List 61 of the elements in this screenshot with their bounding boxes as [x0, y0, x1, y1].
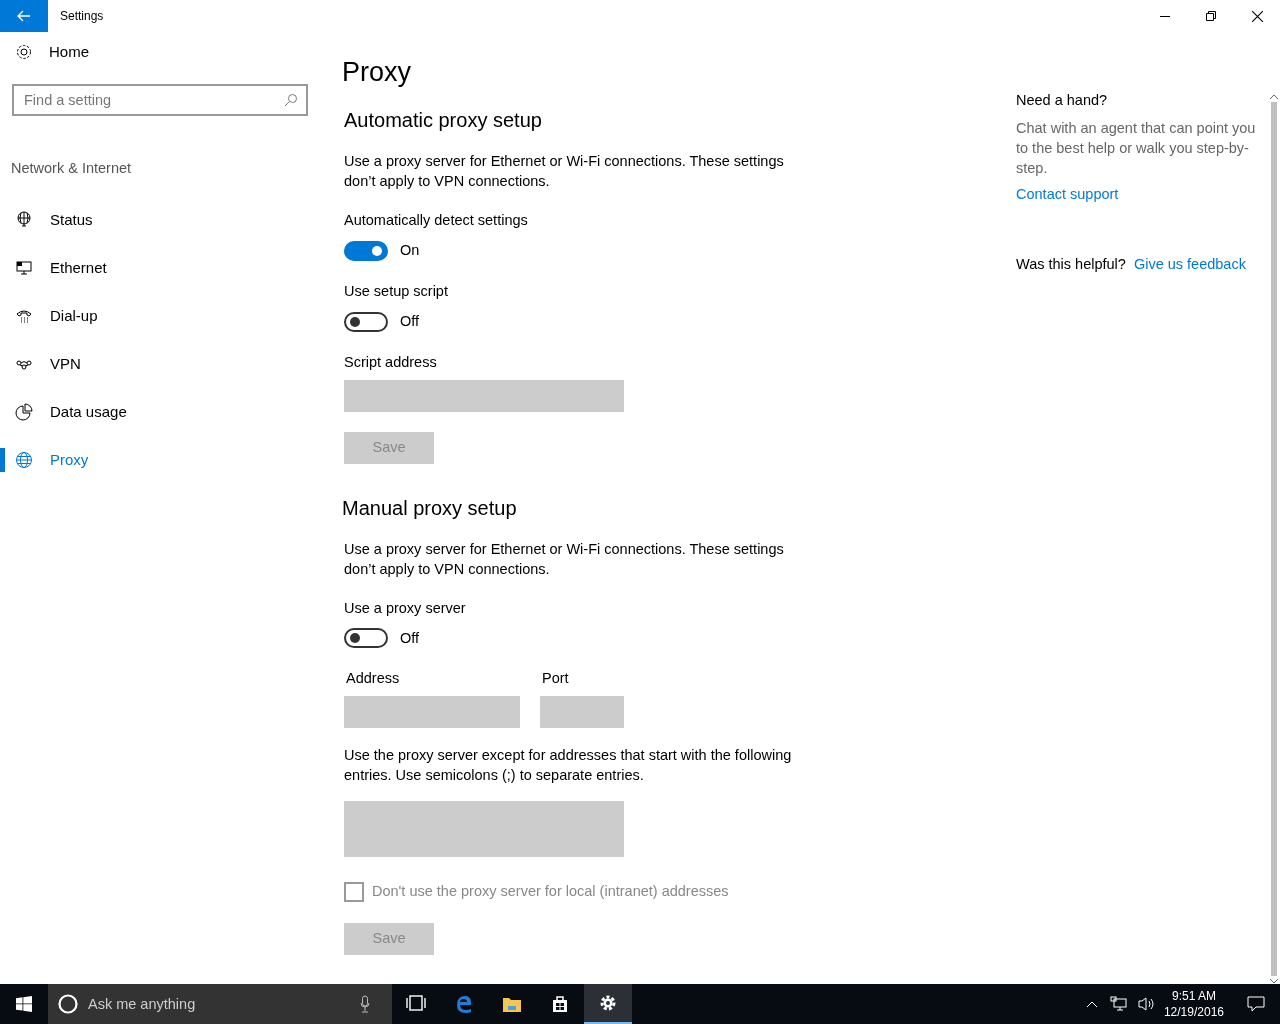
shopping-bag-icon [550, 994, 570, 1014]
minimize-icon [1160, 15, 1170, 17]
help-heading: Need a hand? [1016, 91, 1109, 110]
toggle-label: Automatically detect settings [343, 211, 529, 230]
toggle-label: Use setup script [343, 281, 449, 301]
selection-indicator [0, 447, 5, 472]
field-label: Address [345, 669, 401, 689]
page-title: Proxy [342, 56, 413, 89]
toggle-state-text: Off [400, 628, 420, 648]
windows-logo-icon [16, 996, 32, 1012]
globe-icon [15, 450, 33, 469]
section-heading: Automatic proxy setup [343, 108, 543, 133]
toggle-switch[interactable] [344, 240, 388, 261]
sidebar-item[interactable]: VPN [0, 339, 320, 388]
toggle-switch[interactable] [344, 311, 388, 332]
toggle-state-text: On [400, 241, 420, 260]
microphone-icon [360, 995, 370, 1013]
help-text: Chat with an agent that can point you to the best help or walk you step-by-step. [1016, 118, 1257, 178]
speech-bubble-icon [1247, 996, 1265, 1012]
toggle-state-text: Off [400, 311, 420, 331]
task-view-icon [406, 994, 426, 1014]
description-text: Use a proxy server for Ethernet or Wi-Fi connections. These settings don’t apply to VPN connections. [343, 152, 785, 191]
home-link[interactable]: Home [0, 36, 104, 68]
back-button[interactable] [0, 0, 48, 32]
sidebar-item[interactable]: Ethernet [0, 243, 320, 292]
search-field[interactable]: Find a setting [12, 84, 308, 116]
sidebar-item[interactable]: Dial-up [0, 291, 320, 340]
taskbar-app-button[interactable] [584, 984, 632, 1024]
circle-icon [58, 994, 78, 1014]
feedback-link[interactable]: Give us feedback [1133, 253, 1246, 282]
chevron-up-icon [1085, 1000, 1098, 1008]
window-title: Settings [60, 8, 105, 25]
search-icon [284, 93, 298, 107]
clock-time: 9:51 AM [1170, 988, 1217, 1004]
pie-chart-icon [15, 402, 33, 421]
monitor-icon [15, 258, 33, 277]
section-label: Network & Internet [11, 159, 133, 178]
search-box[interactable]: Ask me anything [48, 984, 392, 1024]
sidebar-item[interactable]: Proxy [0, 435, 320, 484]
sidebar-item[interactable]: Status [0, 195, 320, 244]
restore-icon [1206, 11, 1216, 21]
contact-support-link[interactable]: Contact support [1016, 183, 1119, 206]
toggle-label: Use a proxy server [343, 598, 467, 618]
section-heading: Manual proxy setup [342, 495, 518, 521]
field-label: Port [541, 669, 570, 689]
back-arrow-icon [17, 10, 31, 22]
close-icon [1251, 10, 1263, 22]
sidebar-item[interactable]: Data usage [0, 387, 320, 436]
description-text: Use the proxy server except for addresses that start with the following entries. Use semicolons (;) to separate entries. [343, 746, 792, 786]
field-label: Script address [343, 352, 438, 372]
globe-monitor-icon [15, 210, 33, 229]
toggle-switch[interactable] [344, 628, 388, 649]
network-icon [1109, 996, 1128, 1012]
gear-icon [15, 43, 33, 61]
speaker-icon [1137, 996, 1156, 1012]
feedback-question: Was this helpful? [1016, 254, 1126, 274]
clock-date: 12/19/2016 [1163, 1004, 1224, 1020]
checkbox-label: Don't use the proxy server for local (intranet) addresses [372, 882, 729, 902]
description-text: Use a proxy server for Ethernet or Wi-Fi connections. These settings don’t apply to VPN connections. [343, 539, 785, 579]
browser-e-icon [454, 994, 474, 1014]
gear-icon [598, 993, 618, 1013]
